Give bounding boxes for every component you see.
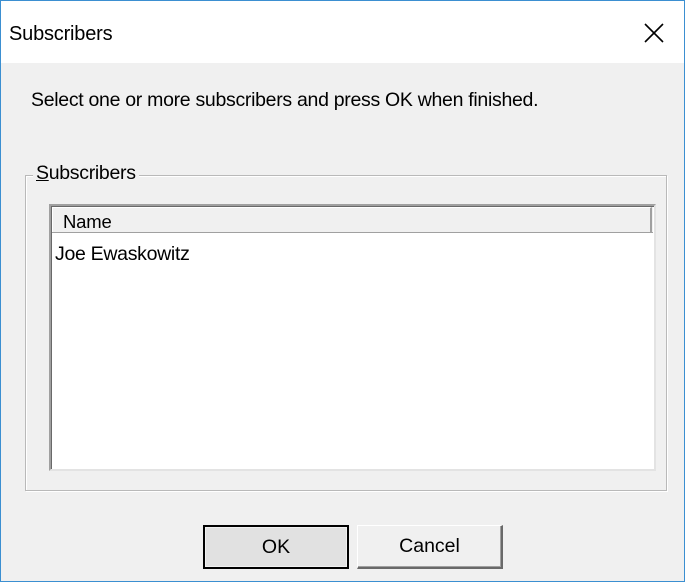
close-icon — [644, 23, 664, 43]
accelerator-key: S — [36, 162, 49, 184]
window-title: Subscribers — [9, 23, 113, 45]
column-header-label: Name — [63, 211, 112, 232]
cancel-button[interactable]: Cancel — [357, 525, 503, 569]
list-item[interactable]: Joe Ewaskowitz — [55, 243, 645, 269]
ok-button[interactable]: OK — [203, 525, 349, 569]
group-label-rest: ubscribers — [48, 162, 136, 184]
subscribers-dialog: Subscribers Select one or more subscribe… — [0, 0, 685, 582]
subscribers-list[interactable]: Name Joe Ewaskowitz — [49, 204, 656, 471]
instruction-text: Select one or more subscribers and press… — [31, 89, 539, 111]
list-item-name: Joe Ewaskowitz — [55, 243, 190, 265]
title-bar[interactable]: Subscribers — [1, 1, 684, 63]
column-header-name[interactable]: Name — [52, 207, 652, 232]
list-header: Name — [52, 207, 653, 233]
subscribers-group-label: Subscribers — [33, 162, 139, 185]
close-button[interactable] — [624, 7, 684, 59]
